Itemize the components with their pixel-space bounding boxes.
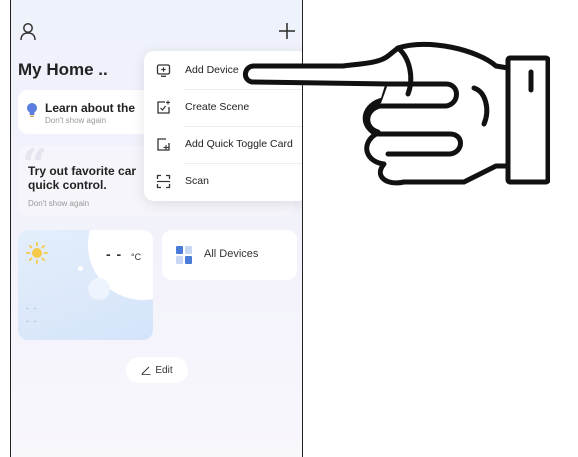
sun-icon: [26, 242, 48, 264]
add-card-icon: [156, 137, 171, 152]
learn-tip-title: Learn about the: [45, 101, 136, 115]
pencil-icon: [141, 365, 151, 375]
try-out-tip-dismiss[interactable]: Don't show again: [28, 199, 89, 208]
pointing-hand-icon: [238, 28, 551, 186]
all-devices-card[interactable]: All Devices: [162, 230, 297, 280]
scan-icon: [156, 174, 171, 189]
create-scene-icon: [156, 100, 171, 115]
user-icon[interactable]: [19, 22, 37, 42]
devices-grid-icon: [176, 246, 192, 264]
edit-button[interactable]: Edit: [126, 357, 188, 383]
weather-decoration-dot: [78, 266, 83, 271]
weather-detail-2: - -: [26, 316, 38, 326]
temperature-unit: °C: [131, 252, 142, 262]
temperature-value: - -: [106, 246, 123, 262]
lightbulb-icon: [26, 102, 38, 118]
weather-decoration-bubble: [88, 278, 110, 300]
edit-label: Edit: [155, 364, 173, 376]
learn-tip-dismiss[interactable]: Don't show again: [45, 116, 106, 125]
home-selector[interactable]: My Home ..: [18, 60, 108, 80]
page: My Home .. Learn about the Don't show ag…: [0, 0, 578, 457]
weather-card[interactable]: - - °C - - - -: [18, 230, 153, 340]
try-out-tip-title: Try out favorite car quick control.: [28, 164, 137, 192]
menu-item-label: Add Device: [185, 64, 239, 76]
all-devices-label: All Devices: [204, 248, 259, 260]
add-device-icon: [156, 63, 171, 78]
menu-item-label: Scan: [185, 175, 209, 187]
weather-detail-1: - -: [26, 303, 38, 313]
